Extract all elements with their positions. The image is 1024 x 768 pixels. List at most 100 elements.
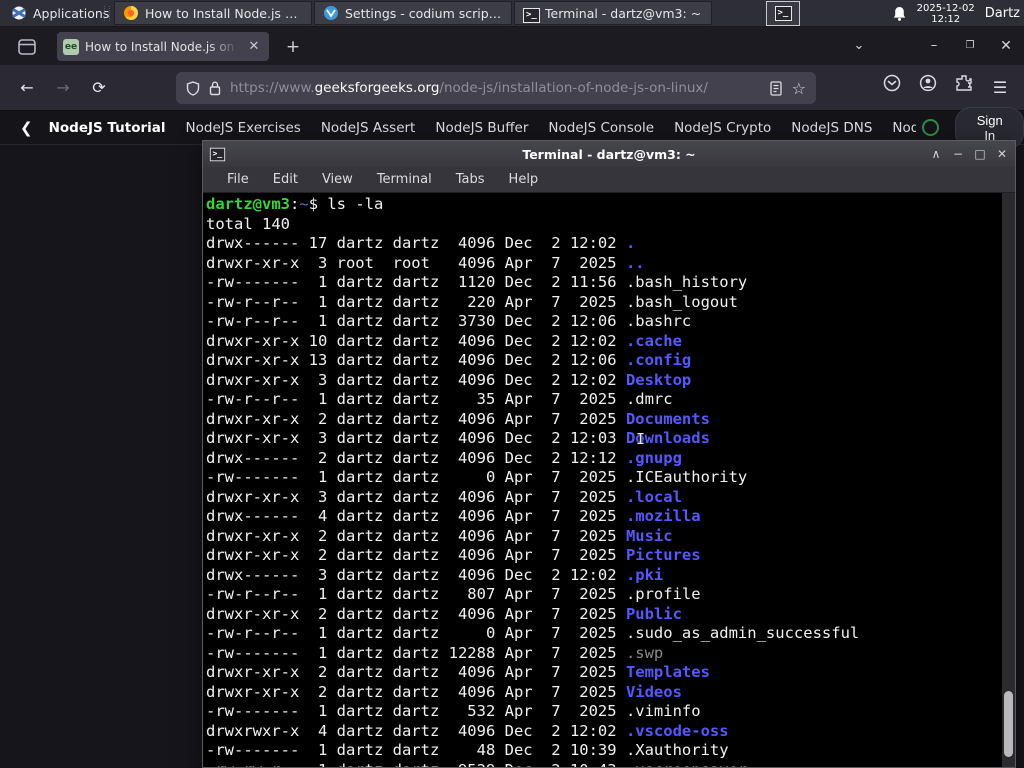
ls-row: drwxr-xr-x 2 dartz dartz 4096 Apr 7 2025… <box>206 409 710 428</box>
url-bar[interactable]: https://www.geeksforgeeks.org/node-js/in… <box>176 72 816 104</box>
ls-row: -rw------- 1 dartz dartz 12288 Apr 7 202… <box>206 643 664 662</box>
ls-row: drwxr-xr-x 2 dartz dartz 4096 Apr 7 2025… <box>206 546 701 564</box>
account-icon[interactable] <box>914 74 942 102</box>
terminal-titlebar[interactable]: >_ Terminal - dartz@vm3: ~ ∧ − □ ✕ <box>203 141 1015 167</box>
navigation-toolbar: ← → ⟳ https://www.geeksforgeeks.org/node… <box>0 65 1024 111</box>
extensions-icon[interactable] <box>950 74 978 102</box>
list-all-tabs-icon[interactable]: ⌄ <box>845 33 873 59</box>
forward-button[interactable]: → <box>48 73 78 103</box>
menu-item[interactable]: View <box>310 172 365 187</box>
applications-menu-button[interactable]: Applications <box>2 1 118 25</box>
ls-row: -rw-rw-r-- 1 dartz dartz 9529 Dec 2 10:4… <box>206 761 1015 768</box>
tab-close-icon[interactable]: ✕ <box>245 38 263 56</box>
back-button[interactable]: ← <box>12 73 42 103</box>
reload-button[interactable]: ⟳ <box>84 73 114 103</box>
ls-row: drwxr-xr-x 13 dartz dartz 4096 Dec 2 12:… <box>206 351 692 369</box>
session-user-label[interactable]: Dartz <box>985 6 1020 21</box>
ls-row: -rw-r--r-- 1 dartz dartz 35 Apr 7 2025 .… <box>206 390 673 408</box>
terminal-rollup-button[interactable]: ∧ <box>925 147 947 161</box>
ls-row: drwxr-xr-x 3 dartz dartz 4096 Apr 7 2025… <box>206 487 682 506</box>
terminal-scrollbar[interactable] <box>1002 193 1015 767</box>
hamburger-menu-icon[interactable]: ☰ <box>986 74 1014 102</box>
ls-row: drwxr-xr-x 3 dartz dartz 4096 Dec 2 12:0… <box>206 429 710 447</box>
panel-clock[interactable]: 2025-12-02 12:12 <box>917 3 975 25</box>
taskbar-window-button[interactable]: >_ Terminal - dartz@vm3: ~ <box>514 1 712 25</box>
ls-row: drwxr-xr-x 10 dartz dartz 4096 Dec 2 12:… <box>206 331 682 350</box>
subnav-link[interactable]: NodeJS Tutorial <box>39 120 176 136</box>
ls-row: drwxrwxr-x 4 dartz dartz 4096 Dec 2 12:0… <box>206 721 729 740</box>
ls-row: -rw-r--r-- 1 dartz dartz 3730 Dec 2 12:0… <box>206 312 692 330</box>
ls-row: drwx------ 2 dartz dartz 4096 Dec 2 12:1… <box>206 448 682 467</box>
subnav-link[interactable]: NodeJS Console <box>538 120 664 136</box>
firefox-view-icon[interactable] <box>12 35 42 59</box>
terminal-minimize-button[interactable]: − <box>947 147 969 161</box>
subnav-link-clipped[interactable]: Node <box>882 120 916 136</box>
ls-row: -rw------- 1 dartz dartz 0 Apr 7 2025 .I… <box>206 468 748 486</box>
search-icon[interactable] <box>922 119 940 136</box>
clock-date: 2025-12-02 <box>916 2 975 14</box>
taskbar-window-button[interactable]: How to Install Node.js o... <box>114 1 312 25</box>
ls-row: drwxr-xr-x 2 dartz dartz 4096 Apr 7 2025… <box>206 663 710 681</box>
ls-row: drwxr-xr-x 2 dartz dartz 4096 Apr 7 2025… <box>206 682 682 701</box>
menu-item[interactable]: Edit <box>261 172 310 187</box>
subnav-links: NodeJS Tutorial NodeJS Exercises NodeJS As… <box>39 120 883 136</box>
prompt-line: dartz@vm3:~$ ls -la <box>206 195 384 213</box>
ls-row: -rw-r--r-- 1 dartz dartz 807 Apr 7 2025 … <box>206 585 701 603</box>
geeksforgeeks-favicon-icon: ee <box>63 38 79 55</box>
subnav-link[interactable]: NodeJS DNS <box>781 120 882 136</box>
subnav-link[interactable]: NodeJS Buffer <box>425 120 538 136</box>
url-path: /node-js/installation-of-node-js-on-linu… <box>439 80 708 96</box>
ls-row: drwxr-xr-x 2 dartz dartz 4096 Apr 7 2025… <box>206 526 673 545</box>
url-scheme: https://www. <box>230 80 315 96</box>
window-close-button[interactable]: ✕ <box>992 33 1020 59</box>
terminal-window: >_ Terminal - dartz@vm3: ~ ∧ − □ ✕ File E… <box>202 140 1016 768</box>
codium-icon <box>323 5 339 21</box>
ls-row: drwxr-xr-x 2 dartz dartz 4096 Apr 7 2025… <box>206 604 682 623</box>
ls-row: -rw------- 1 dartz dartz 532 Apr 7 2025 … <box>206 702 701 720</box>
clock-time: 12:12 <box>931 13 961 25</box>
terminal-launcher-icon[interactable]: >_ <box>766 1 800 26</box>
ls-row: drwx------ 3 dartz dartz 4096 Dec 2 12:0… <box>206 565 664 584</box>
subnav-back-chevron-icon[interactable]: ❮ <box>14 119 39 137</box>
new-tab-button[interactable]: + <box>280 35 306 59</box>
bookmark-star-icon[interactable]: ☆ <box>792 79 806 98</box>
mouse-text-cursor: I <box>636 430 646 448</box>
subnav-link[interactable]: NodeJS Exercises <box>176 120 311 136</box>
window-minimize-button[interactable]: – <box>920 33 948 59</box>
subnav-link[interactable]: NodeJS Crypto <box>664 120 781 136</box>
ls-row: drwx------ 17 dartz dartz 4096 Dec 2 12:… <box>206 234 636 252</box>
terminal-menubar: File Edit View Terminal Tabs Help <box>203 167 1015 193</box>
browser-tab[interactable]: ee How to Install Node.js on ✕ <box>57 32 269 61</box>
terminal-maximize-button[interactable]: □ <box>969 147 991 161</box>
ls-row: drwxr-xr-x 3 root root 4096 Apr 7 2025 .… <box>206 253 645 272</box>
total-line: total 140 <box>206 214 290 233</box>
ls-row: -rw------- 1 dartz dartz 48 Dec 2 10:39 … <box>206 741 729 759</box>
terminal-output[interactable]: dartz@vm3:~$ ls -la total 140 drwx------ 1… <box>203 193 1015 767</box>
menu-item[interactable]: Tabs <box>444 172 497 187</box>
tab-bar: ee How to Install Node.js on ✕ + ⌄ – ❐ ✕ <box>0 27 1024 65</box>
notification-bell-icon[interactable] <box>892 6 907 22</box>
window-maximize-button[interactable]: ❐ <box>956 33 984 59</box>
reader-mode-icon[interactable] <box>769 80 783 96</box>
pocket-icon[interactable] <box>878 74 906 102</box>
tab-title: How to Install Node.js on <box>85 39 235 54</box>
tracking-shield-icon[interactable] <box>186 80 200 96</box>
system-tray: 2025-12-02 12:12 Dartz <box>892 0 1020 27</box>
terminal-icon: >_ <box>523 5 540 23</box>
ls-row: -rw-r--r-- 1 dartz dartz 220 Apr 7 2025 … <box>206 292 738 311</box>
ls-row: -rw-r--r-- 1 dartz dartz 0 Apr 7 2025 .s… <box>206 624 860 642</box>
url-host: geeksforgeeks.org <box>314 80 440 96</box>
firefox-icon <box>123 5 139 21</box>
xfce-panel: Applications How to Install Node.js o...… <box>0 0 1024 27</box>
menu-item[interactable]: Terminal <box>365 172 444 187</box>
applications-label: Applications <box>33 5 110 21</box>
menu-item[interactable]: File <box>215 172 261 187</box>
taskbar-window-button[interactable]: Settings - codium script... <box>314 1 512 25</box>
xfce-logo-icon <box>12 6 26 20</box>
lock-icon[interactable] <box>209 80 221 96</box>
subnav-link[interactable]: NodeJS Assert <box>311 120 426 136</box>
terminal-close-button[interactable]: ✕ <box>991 147 1013 161</box>
url-text[interactable]: https://www.geeksforgeeks.org/node-js/in… <box>230 80 760 96</box>
menu-item[interactable]: Help <box>497 172 551 187</box>
scrollbar-thumb[interactable] <box>1004 691 1013 757</box>
